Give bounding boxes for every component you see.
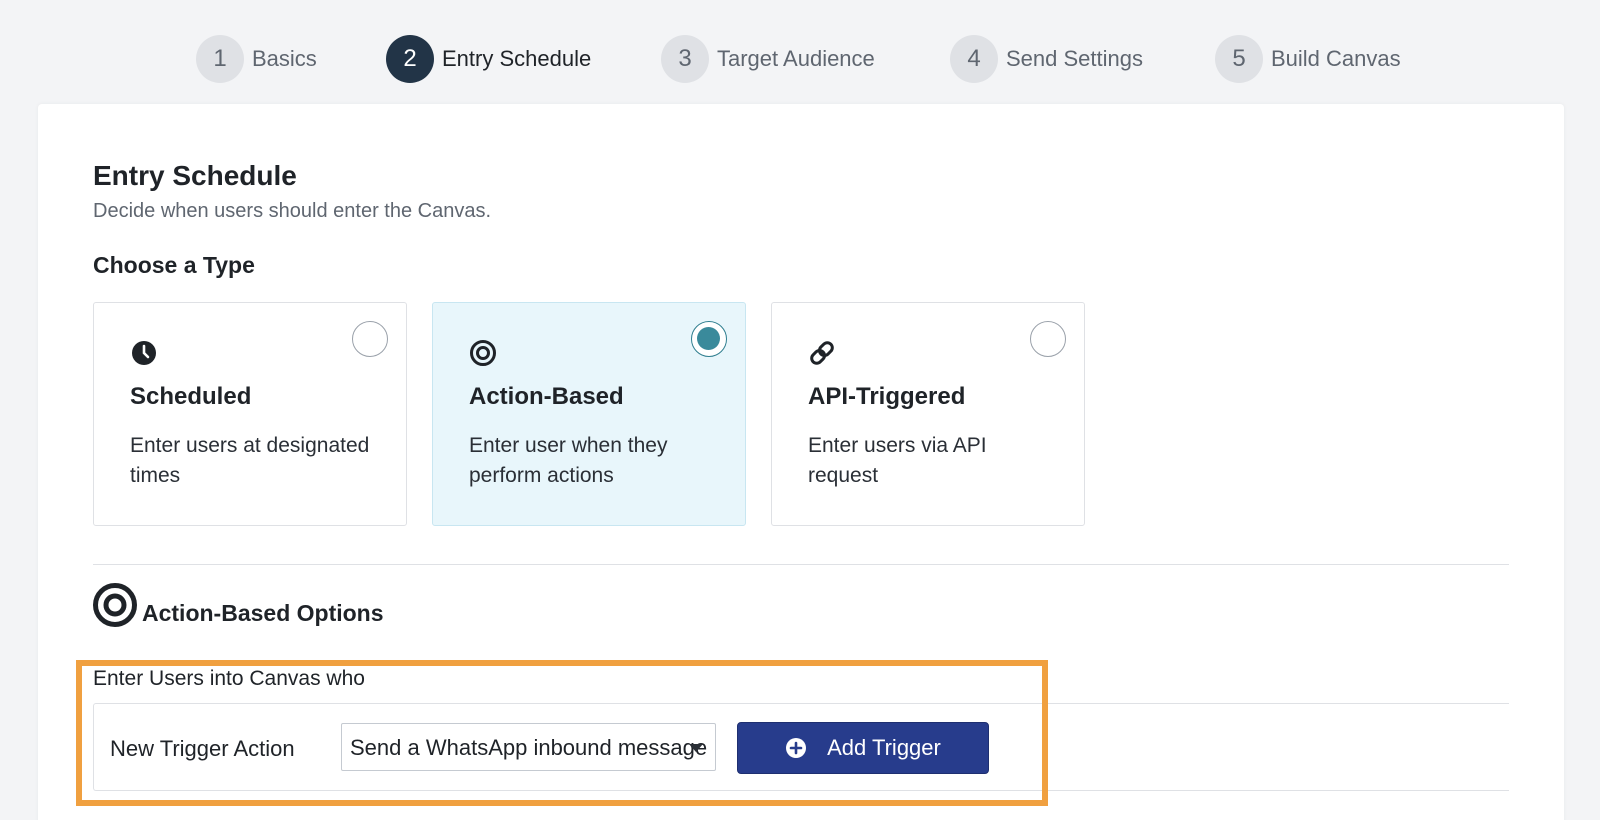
step-number: 4 xyxy=(950,35,998,83)
type-card-scheduled[interactable]: Scheduled Enter users at designated time… xyxy=(93,302,407,526)
clock-icon xyxy=(132,341,156,365)
step-label: Send Settings xyxy=(1006,46,1143,71)
highlight-annotation xyxy=(76,660,1048,806)
step-build-canvas[interactable]: 5 Build Canvas xyxy=(1215,34,1401,84)
card-description: Enter users via API request xyxy=(808,434,987,487)
step-send-settings[interactable]: 4 Send Settings xyxy=(950,34,1143,84)
step-label: Entry Schedule xyxy=(442,46,592,71)
step-entry-schedule[interactable]: 2 Entry Schedule xyxy=(386,34,591,84)
section-divider xyxy=(93,564,1509,565)
step-target-audience[interactable]: 3 Target Audience xyxy=(661,34,875,84)
link-icon xyxy=(810,341,834,365)
step-label: Build Canvas xyxy=(1271,46,1401,71)
step-basics[interactable]: 1 Basics xyxy=(196,34,317,84)
step-label: Basics xyxy=(252,46,317,71)
step-number: 3 xyxy=(661,35,709,83)
step-number: 5 xyxy=(1215,35,1263,83)
page-title: Entry Schedule xyxy=(93,160,297,191)
step-number: 1 xyxy=(196,35,244,83)
radio-button-selected[interactable] xyxy=(691,321,727,357)
page-subtitle: Decide when users should enter the Canva… xyxy=(93,200,492,222)
card-title: Action-Based xyxy=(469,383,624,410)
wizard-stepper: 1 Basics 2 Entry Schedule 3 Target Audie… xyxy=(0,34,1600,86)
choose-type-heading: Choose a Type xyxy=(93,252,255,278)
target-icon xyxy=(470,340,496,366)
card-title: API-Triggered xyxy=(808,383,966,410)
card-title: Scheduled xyxy=(130,383,252,410)
step-number: 2 xyxy=(386,35,434,83)
type-card-action-based[interactable]: Action-Based Enter user when they perfor… xyxy=(432,302,746,526)
type-card-api-triggered[interactable]: API-Triggered Enter users via API reques… xyxy=(771,302,1085,526)
radio-button[interactable] xyxy=(1030,321,1066,357)
action-based-options-heading: Action-Based Options xyxy=(142,600,384,626)
radio-button[interactable] xyxy=(352,321,388,357)
card-description: Enter user when they perform actions xyxy=(469,434,668,487)
card-description: Enter users at designated times xyxy=(130,434,370,487)
step-label: Target Audience xyxy=(717,46,875,71)
target-icon xyxy=(93,583,137,627)
